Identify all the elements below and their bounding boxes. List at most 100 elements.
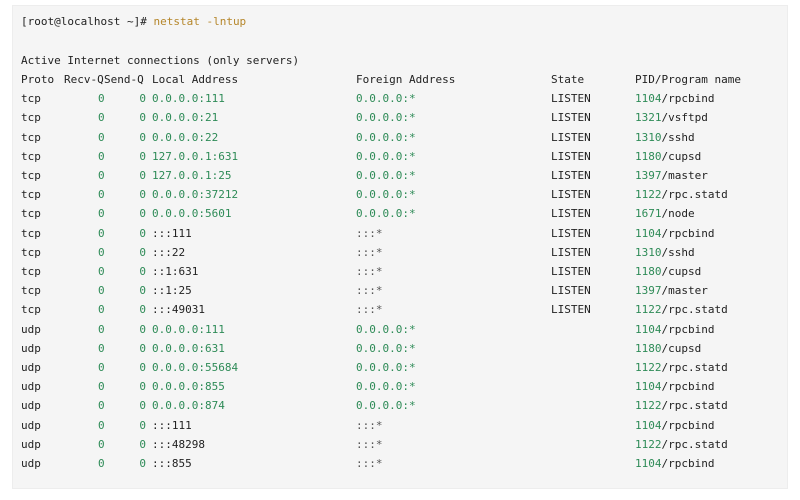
- cell-send-q: 0: [139, 245, 146, 259]
- cell-pid-program: 1310/sshd: [635, 128, 761, 147]
- cell-pid-program: 1122/rpc.statd: [635, 185, 761, 204]
- pid-number: 1104: [635, 457, 662, 471]
- cell-proto: tcp: [21, 169, 41, 183]
- pid-number: 1122: [635, 303, 662, 317]
- pid-number: 1310: [635, 245, 662, 259]
- column-header-state: State: [551, 73, 585, 86]
- cell-state: [551, 377, 635, 396]
- cell-foreign-address: 0.0.0.0:*: [356, 399, 416, 413]
- cell-proto: tcp: [21, 303, 41, 317]
- cell-proto: tcp: [21, 188, 41, 202]
- table-row: udp 0 0:::111:::* 1104/rpcbind: [21, 416, 761, 435]
- cell-proto: udp: [21, 399, 41, 413]
- cell-proto: udp: [21, 380, 41, 394]
- cell-recv-q: 0: [98, 226, 104, 240]
- cell-recv-q: 0: [98, 457, 104, 471]
- column-header-foreign-address: Foreign Address: [356, 73, 456, 86]
- table-row: tcp 0 0:::111:::* LISTEN 1104/rpcbind: [21, 224, 761, 243]
- cell-foreign-address: 0.0.0.0:*: [356, 341, 416, 355]
- cell-send-q: 0: [139, 265, 146, 279]
- cell-send-q: 0: [139, 341, 146, 355]
- cell-proto: udp: [21, 322, 41, 336]
- cell-recv-q: 0: [98, 303, 104, 317]
- cell-send-q: 0: [139, 322, 146, 336]
- column-header-local-address: Local Address: [152, 73, 239, 86]
- column-header-send-q: Send-Q: [104, 73, 144, 86]
- table-row: udp 0 0 0.0.0.0:111 0.0.0.0:* 1104/rpcbind: [21, 320, 761, 339]
- program-name: cupsd: [668, 341, 702, 355]
- cell-send-q: 0: [139, 303, 146, 317]
- table-row: tcp 0 0 0.0.0.0:21 0.0.0.0:* LISTEN 1321/vsftp…: [21, 108, 761, 127]
- cell-send-q: 0: [139, 207, 146, 221]
- pid-number: 1122: [635, 437, 662, 451]
- table-row: udp 0 0 0.0.0.0:855 0.0.0.0:* 1104/rpcbind: [21, 377, 761, 396]
- cell-local-address: 0.0.0.0:5601: [152, 207, 232, 221]
- cell-proto: tcp: [21, 149, 41, 163]
- cell-recv-q: 0: [98, 437, 104, 451]
- cell-pid-program: 1180/cupsd: [635, 262, 761, 281]
- command-text: netstat -lntup: [153, 15, 247, 28]
- pid-number: 1671: [635, 207, 662, 221]
- cell-local-address: 0.0.0.0:37212: [152, 188, 239, 202]
- pid-number: 1104: [635, 380, 662, 394]
- cell-send-q: 0: [139, 226, 146, 240]
- cell-pid-program: 1104/rpcbind: [635, 320, 761, 339]
- cell-state: LISTEN: [551, 188, 591, 202]
- table-row: tcp 0 0 127.0.0.1:631 0.0.0.0:* LISTEN 1180/cu…: [21, 147, 761, 166]
- pid-number: 1397: [635, 284, 662, 298]
- cell-recv-q: 0: [98, 341, 104, 355]
- pid-number: 1122: [635, 361, 662, 375]
- pid-number: 1104: [635, 418, 662, 432]
- cell-local-address: :::22: [152, 245, 186, 259]
- cell-recv-q: 0: [98, 322, 104, 336]
- program-name: master: [668, 169, 708, 183]
- cell-foreign-address: 0.0.0.0:*: [356, 207, 416, 221]
- pid-number: 1122: [635, 399, 662, 413]
- pid-number: 1104: [635, 322, 662, 336]
- program-name: rpc.statd: [668, 188, 728, 202]
- cell-proto: tcp: [21, 207, 41, 221]
- cell-state: LISTEN: [551, 130, 591, 144]
- cell-local-address: 0.0.0.0:874: [152, 399, 225, 413]
- cell-proto: udp: [21, 457, 41, 471]
- cell-local-address: 0.0.0.0:111: [152, 322, 225, 336]
- cell-local-address: :::49031: [152, 303, 205, 317]
- cell-recv-q: 0: [98, 111, 104, 125]
- pid-number: 1104: [635, 92, 662, 106]
- cell-pid-program: 1180/cupsd: [635, 147, 761, 166]
- program-name: rpc.statd: [668, 361, 728, 375]
- program-name: rpcbind: [668, 322, 715, 336]
- cell-state: [551, 358, 635, 377]
- pid-number: 1321: [635, 111, 662, 125]
- cell-send-q: 0: [139, 361, 146, 375]
- program-name: node: [668, 207, 695, 221]
- table-row: udp 0 0:::48298:::* 1122/rpc.statd: [21, 435, 761, 454]
- program-name: rpcbind: [668, 418, 715, 432]
- section-title: Active Internet connections (only server…: [21, 54, 300, 67]
- pid-number: 1180: [635, 265, 662, 279]
- cell-proto: tcp: [21, 130, 41, 144]
- cell-recv-q: 0: [98, 149, 104, 163]
- program-name: rpcbind: [668, 380, 715, 394]
- cell-send-q: 0: [139, 418, 146, 432]
- cell-send-q: 0: [139, 437, 146, 451]
- cell-pid-program: 1321/vsftpd: [635, 108, 761, 127]
- table-row: tcp 0 0 127.0.0.1:25 0.0.0.0:* LISTEN 1397/mas…: [21, 166, 761, 185]
- cell-recv-q: 0: [98, 92, 104, 106]
- cell-local-address: ::1:631: [152, 265, 199, 279]
- cell-state: LISTEN: [551, 149, 591, 163]
- cell-send-q: 0: [139, 188, 146, 202]
- table-row: tcp 0 0:::22:::* LISTEN 1310/sshd: [21, 243, 761, 262]
- cell-pid-program: 1122/rpc.statd: [635, 300, 761, 319]
- cell-foreign-address: 0.0.0.0:*: [356, 169, 416, 183]
- table-row: tcp 0 0::1:25:::* LISTEN 1397/master: [21, 281, 761, 300]
- cell-proto: udp: [21, 418, 41, 432]
- cell-pid-program: 1104/rpcbind: [635, 89, 761, 108]
- cell-local-address: :::111: [152, 418, 192, 432]
- cell-state: [551, 435, 635, 454]
- cell-state: LISTEN: [551, 284, 591, 298]
- cell-local-address: :::48298: [152, 437, 205, 451]
- table-row: tcp 0 0:::49031:::* LISTEN 1122/rpc.statd: [21, 300, 761, 319]
- cell-state: [551, 454, 635, 473]
- cell-pid-program: 1180/cupsd: [635, 339, 761, 358]
